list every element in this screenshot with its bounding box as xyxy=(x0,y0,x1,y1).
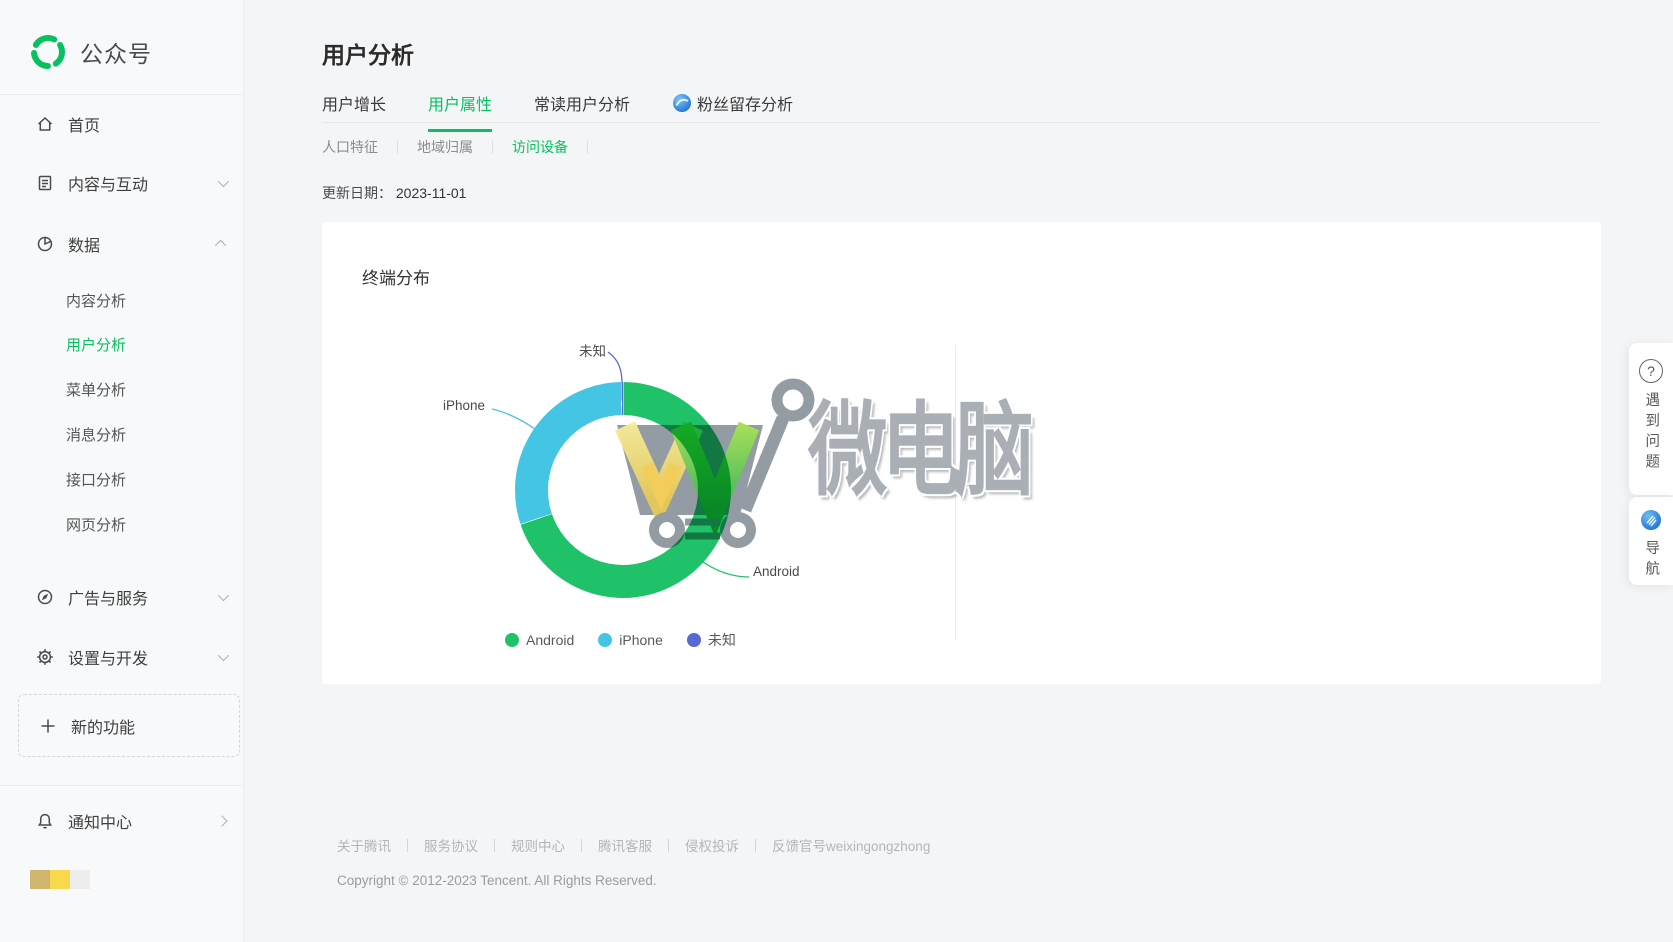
nav-label: 导航 xyxy=(1644,540,1659,581)
sidebar-item-api-analysis[interactable]: 接口分析 xyxy=(66,469,126,490)
donut-chart[interactable] xyxy=(515,382,731,598)
footer-link-terms[interactable]: 服务协议 xyxy=(424,835,478,855)
new-feature-button[interactable]: 新的功能 xyxy=(18,694,240,757)
sidebar-item-content-analysis[interactable]: 内容分析 xyxy=(66,290,126,311)
sidebar-item-label: 数据 xyxy=(68,232,100,256)
tab-user-attributes[interactable]: 用户属性 xyxy=(428,91,492,119)
legend-label: Android xyxy=(526,632,574,648)
separator xyxy=(587,140,588,154)
subtab-devices[interactable]: 访问设备 xyxy=(512,137,568,157)
help-panel-button[interactable]: ? 遇到问题 xyxy=(1629,343,1673,495)
chevron-down-icon xyxy=(218,650,229,661)
bell-icon xyxy=(36,812,54,830)
new-feature-label: 新的功能 xyxy=(71,714,135,738)
sidebar-item-settings[interactable]: 设置与开发 xyxy=(36,645,226,669)
pie-chart-icon xyxy=(36,235,54,253)
device-distribution-card xyxy=(322,222,1601,684)
legend-label: 未知 xyxy=(708,630,736,650)
chevron-right-icon xyxy=(216,815,227,826)
footer-link-feedback[interactable]: 反馈官号weixingongzhong xyxy=(772,835,930,855)
wechat-official-logo-icon xyxy=(28,32,68,72)
gear-icon xyxy=(36,648,54,666)
navigation-panel-button[interactable]: 导航 xyxy=(1629,497,1673,585)
sidebar-item-user-analysis[interactable]: 用户分析 xyxy=(66,334,126,355)
sidebar-item-menu-analysis[interactable]: 菜单分析 xyxy=(66,379,126,400)
separator xyxy=(492,140,493,154)
logo-text: 公众号 xyxy=(80,35,152,69)
home-icon xyxy=(36,115,54,133)
pie-label-iphone: iPhone xyxy=(443,398,485,413)
copyright: Copyright © 2012-2023 Tencent. All Right… xyxy=(337,873,657,888)
swatch-yellow xyxy=(50,870,70,889)
chevron-up-icon xyxy=(215,240,226,251)
footer-link-support[interactable]: 腾讯客服 xyxy=(598,835,652,855)
tab-label: 粉丝留存分析 xyxy=(697,91,793,115)
separator xyxy=(494,839,495,852)
separator xyxy=(668,839,669,852)
compass-icon xyxy=(36,588,54,606)
legend-dot-android xyxy=(505,633,519,647)
sidebar-item-label: 首页 xyxy=(68,112,100,136)
swatch-gray xyxy=(70,870,90,889)
legend-item-unknown[interactable]: 未知 xyxy=(687,630,736,650)
divider xyxy=(955,345,956,640)
pie-label-unknown: 未知 xyxy=(560,340,606,360)
sidebar-item-notice-center[interactable]: 通知中心 xyxy=(36,809,226,833)
tab-regular-readers[interactable]: 常读用户分析 xyxy=(534,91,630,119)
document-icon xyxy=(36,174,54,192)
sidebar: 公众号 首页 内容与互动 数据 内容分析 用户分析 菜单分析 消息分析 接口分析… xyxy=(0,0,244,942)
plus-icon xyxy=(39,717,57,735)
sidebar-item-label: 广告与服务 xyxy=(68,585,148,609)
separator xyxy=(581,839,582,852)
sidebar-item-content[interactable]: 内容与互动 xyxy=(36,171,226,195)
chevron-down-icon xyxy=(218,176,229,187)
card-title: 终端分布 xyxy=(362,264,430,289)
footer-link-rules[interactable]: 规则中心 xyxy=(511,835,565,855)
sidebar-item-label: 设置与开发 xyxy=(68,645,148,669)
sidebar-item-message-analysis[interactable]: 消息分析 xyxy=(66,424,126,445)
separator xyxy=(397,140,398,154)
page-title: 用户分析 xyxy=(322,36,414,70)
navigation-icon xyxy=(1640,509,1662,531)
chart-legend: Android iPhone 未知 xyxy=(505,630,736,650)
sidebar-item-web-analysis[interactable]: 网页分析 xyxy=(66,514,126,535)
divider xyxy=(0,94,244,95)
footer-link-report[interactable]: 侵权投诉 xyxy=(685,835,739,855)
sidebar-item-home[interactable]: 首页 xyxy=(36,112,226,136)
subtab-demographics[interactable]: 人口特征 xyxy=(322,137,378,157)
tab-bar: 用户增长 用户属性 常读用户分析 粉丝留存分析 xyxy=(322,90,793,120)
update-date-row: 更新日期： 2023-11-01 xyxy=(322,183,466,203)
update-date-value: 2023-11-01 xyxy=(396,185,467,201)
fans-retention-icon xyxy=(672,93,692,113)
sidebar-item-data[interactable]: 数据 xyxy=(36,232,226,256)
legend-label: iPhone xyxy=(619,632,663,648)
tab-user-growth[interactable]: 用户增长 xyxy=(322,91,386,119)
tab-bar-border xyxy=(322,122,1601,123)
footer-links: 关于腾讯 服务协议 规则中心 腾讯客服 侵权投诉 反馈官号weixingongz… xyxy=(337,835,930,855)
subtab-bar: 人口特征 地域归属 访问设备 xyxy=(322,138,588,156)
footer-link-about[interactable]: 关于腾讯 xyxy=(337,835,391,855)
sidebar-item-ads[interactable]: 广告与服务 xyxy=(36,585,226,609)
update-date-label: 更新日期： xyxy=(322,185,392,201)
logo[interactable]: 公众号 xyxy=(28,32,152,72)
chevron-down-icon xyxy=(218,590,229,601)
color-swatches xyxy=(30,870,90,889)
question-icon: ? xyxy=(1639,359,1663,383)
divider xyxy=(0,785,244,786)
sidebar-item-label: 通知中心 xyxy=(68,809,132,833)
legend-dot-iphone xyxy=(598,633,612,647)
sidebar-item-label: 内容与互动 xyxy=(68,171,148,195)
swatch-tan xyxy=(30,870,50,889)
pie-label-android: Android xyxy=(753,564,800,579)
donut-hole xyxy=(548,415,698,565)
separator xyxy=(407,839,408,852)
legend-item-iphone[interactable]: iPhone xyxy=(598,632,663,648)
legend-dot-unknown xyxy=(687,633,701,647)
separator xyxy=(755,839,756,852)
tab-fans-retention[interactable]: 粉丝留存分析 xyxy=(672,91,793,119)
help-label: 遇到问题 xyxy=(1644,392,1659,474)
subtab-region[interactable]: 地域归属 xyxy=(417,137,473,157)
legend-item-android[interactable]: Android xyxy=(505,632,574,648)
